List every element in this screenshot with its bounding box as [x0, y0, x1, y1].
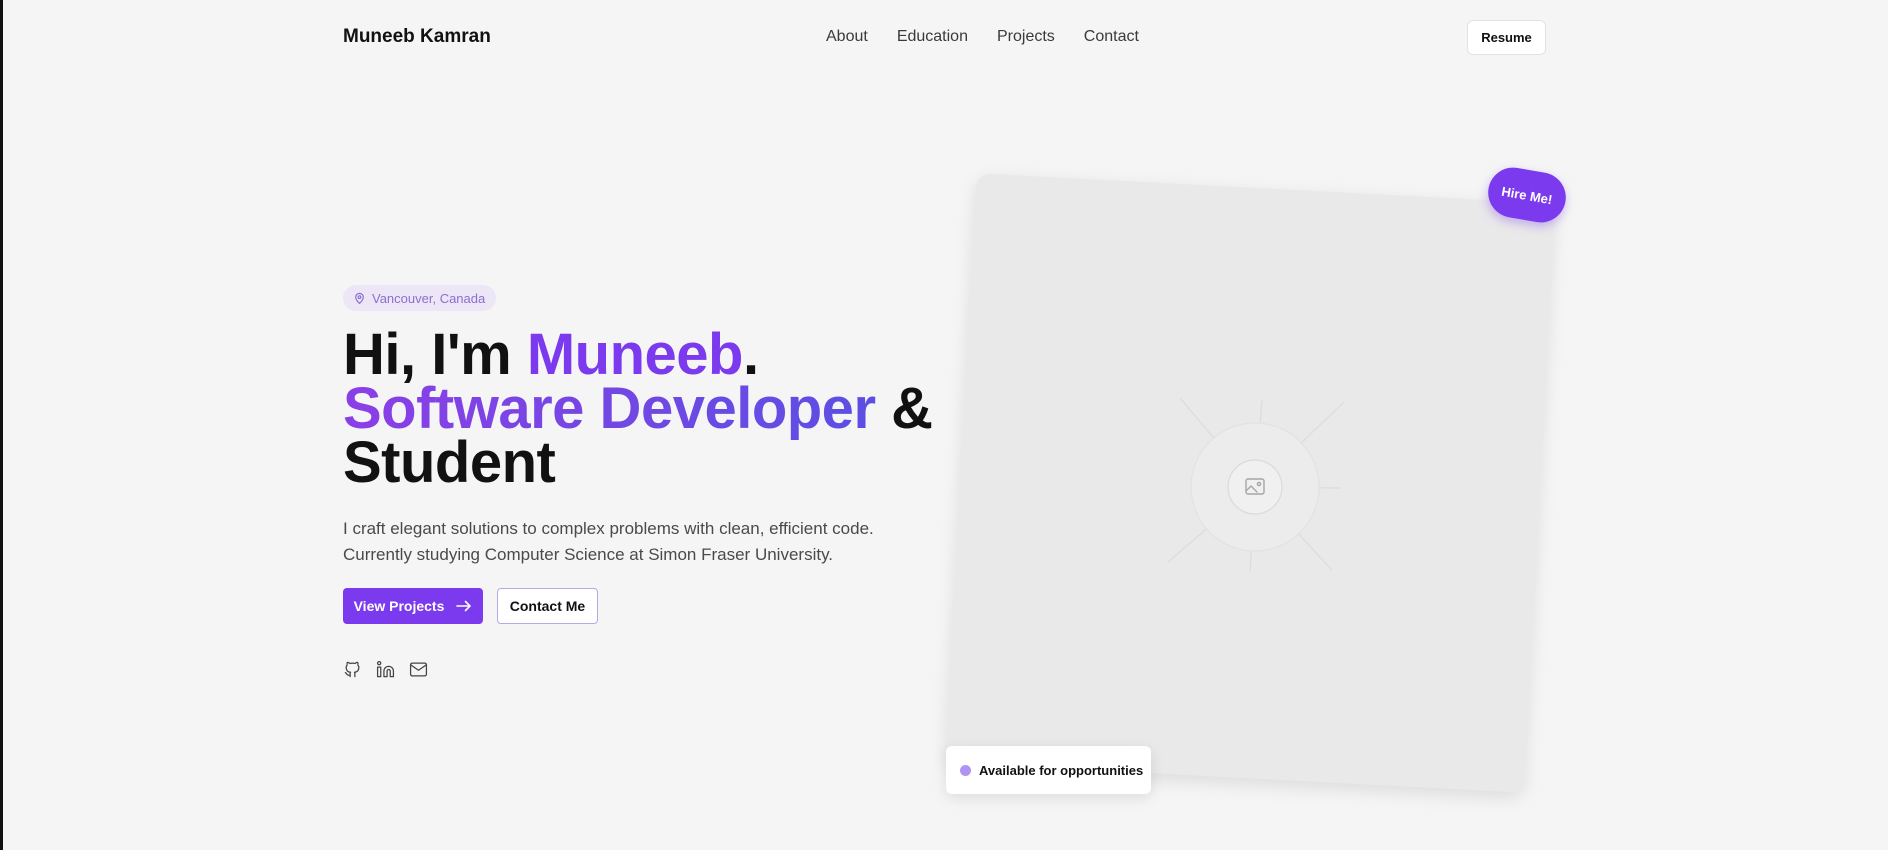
brand-logo[interactable]: Muneeb Kamran — [343, 26, 491, 48]
window-edge — [0, 0, 3, 850]
social-links — [343, 660, 428, 679]
headline-line-1: Hi, I'm Muneeb. — [343, 326, 933, 384]
nav-link-education[interactable]: Education — [897, 28, 968, 46]
headline-line-3: Student — [343, 430, 556, 495]
image-placeholder-art — [1167, 397, 1345, 573]
mail-icon[interactable] — [409, 660, 428, 679]
headline-line-2: Software Developer & — [343, 380, 933, 438]
hero-headline: Hi, I'm Muneeb. Software Developer & Stu… — [343, 326, 933, 495]
arrow-right-icon — [456, 600, 472, 612]
status-dot-icon — [960, 764, 971, 776]
main-nav: About Education Projects Contact — [826, 28, 1139, 46]
nav-link-projects[interactable]: Projects — [997, 28, 1055, 46]
github-icon[interactable] — [343, 660, 362, 679]
view-projects-button[interactable]: View Projects — [343, 588, 483, 624]
hero-description-line-1: I craft elegant solutions to complex pro… — [343, 519, 874, 538]
availability-text: Available for opportunities — [979, 762, 1144, 778]
linkedin-icon[interactable] — [376, 660, 395, 679]
location-text: Vancouver, Canada — [372, 290, 486, 306]
headline-amp: & — [875, 376, 933, 441]
nav-link-contact[interactable]: Contact — [1084, 28, 1139, 46]
resume-button[interactable]: Resume — [1467, 20, 1546, 55]
hero-description-line-2: Currently studying Computer Science at S… — [343, 545, 834, 564]
hero-description: I craft elegant solutions to complex pro… — [343, 516, 943, 568]
location-badge: Vancouver, Canada — [343, 285, 497, 311]
map-pin-icon — [353, 292, 366, 305]
nav-link-about[interactable]: About — [826, 28, 868, 46]
view-projects-label: View Projects — [353, 598, 445, 614]
contact-me-button[interactable]: Contact Me — [497, 588, 598, 624]
availability-status: Available for opportunities — [946, 746, 1151, 794]
